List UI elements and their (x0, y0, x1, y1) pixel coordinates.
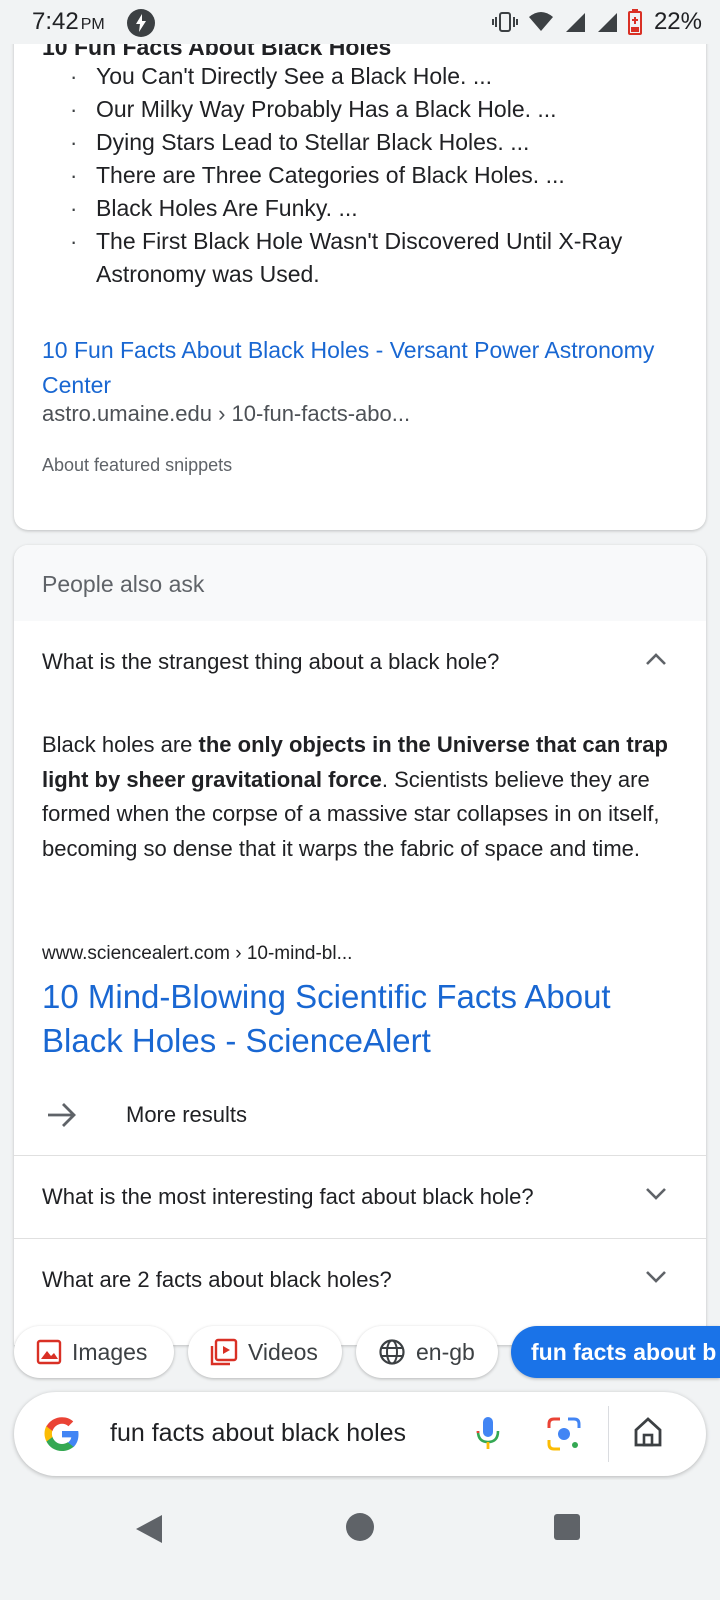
microphone-icon[interactable] (474, 1414, 502, 1454)
vibrate-icon (491, 12, 518, 32)
paa-header: People also ask (14, 545, 706, 621)
status-time: 7:42 PM (32, 8, 105, 35)
more-results-button[interactable]: More results (14, 1080, 706, 1160)
snippet-url: astro.umaine.edu › 10-fun-facts-abo... (42, 401, 411, 426)
chip-label: fun facts about b (531, 1338, 717, 1365)
snippet-result-link[interactable]: 10 Fun Facts About Black Holes - Versant… (42, 333, 692, 403)
chevron-up-icon (646, 653, 666, 665)
chip-suggested-query[interactable]: fun facts about b (511, 1326, 720, 1378)
recents-icon[interactable] (554, 1514, 580, 1540)
snippet-list: · You Can't Directly See a Black Hole. ..… (42, 60, 682, 291)
power-saver-icon (127, 9, 155, 37)
paa-question-text: What is the most interesting fact about … (42, 1184, 534, 1209)
signal-icon (565, 13, 585, 32)
google-lens-icon[interactable] (546, 1416, 582, 1452)
answer-source-url: www.sciencealert.com › 10-mind-bl... (42, 943, 353, 964)
paa-question[interactable]: What is the most interesting fact about … (14, 1156, 706, 1238)
arrow-right-icon (48, 1103, 76, 1127)
paa-question[interactable]: What are 2 facts about black holes? (14, 1239, 706, 1321)
chip-label: Videos (248, 1338, 318, 1365)
chip-label: en-gb (416, 1338, 475, 1365)
search-bar[interactable]: fun facts about black holes (14, 1392, 706, 1476)
chip-videos[interactable]: Videos (188, 1326, 342, 1378)
chevron-down-icon (646, 1271, 666, 1283)
globe-icon (379, 1339, 405, 1365)
chevron-down-icon (646, 1188, 666, 1200)
back-icon[interactable] (134, 1513, 164, 1545)
list-item: · Our Milky Way Probably Has a Black Hole… (70, 96, 557, 122)
google-logo-icon (44, 1417, 79, 1451)
chip-language[interactable]: en-gb (356, 1326, 498, 1378)
battery-percent: 22% (653, 8, 702, 35)
chip-images[interactable]: Images (14, 1326, 174, 1378)
signal-icon (597, 13, 617, 32)
list-item: · The First Black Hole Wasn't Discovered … (70, 228, 623, 254)
about-featured-snippets-link[interactable]: About featured snippets (42, 455, 232, 476)
battery-icon (627, 9, 642, 35)
list-item-continuation: Astronomy was Used. (96, 261, 320, 287)
answer-source-link[interactable]: 10 Mind-Blowing Scientific Facts About B… (42, 975, 682, 1063)
video-icon (210, 1338, 238, 1366)
home-button-icon[interactable] (346, 1513, 374, 1541)
home-icon[interactable] (632, 1416, 664, 1448)
list-item: · Dying Stars Lead to Stellar Black Holes… (70, 129, 530, 155)
search-input[interactable]: fun facts about black holes (110, 1419, 406, 1448)
list-item: · There are Three Categories of Black Hol… (70, 162, 565, 188)
people-also-ask-card: People also ask What is the strangest th… (14, 545, 706, 1345)
chip-label: Images (72, 1338, 148, 1365)
paa-title: People also ask (42, 571, 205, 597)
list-item: · Black Holes Are Funky. ... (70, 195, 358, 221)
list-item: · You Can't Directly See a Black Hole. ..… (70, 63, 493, 89)
status-bar: 7:42 PM 22% (0, 0, 720, 44)
image-icon (36, 1339, 62, 1365)
paa-question-text: What is the strangest thing about a blac… (42, 649, 500, 674)
featured-snippet-card: 10 Fun Facts About Black Holes · You Can'… (14, 30, 706, 530)
more-results-label: More results (126, 1102, 248, 1127)
paa-answer-text: Black holes are the only objects in the … (42, 732, 668, 861)
system-navigation-bar (0, 1480, 720, 1600)
paa-question-text: What are 2 facts about black holes? (42, 1267, 392, 1292)
wifi-icon (528, 12, 553, 31)
divider (608, 1406, 609, 1462)
paa-question-expanded[interactable]: What is the strangest thing about a blac… (14, 621, 706, 703)
